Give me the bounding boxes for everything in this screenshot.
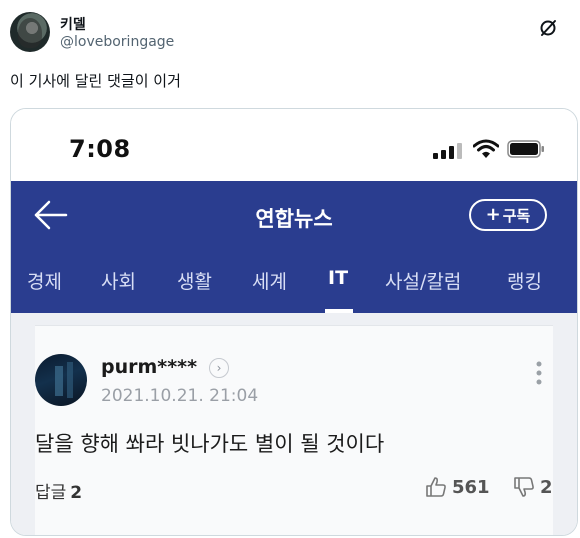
reply-button[interactable]: 답글 2 bbox=[35, 478, 82, 503]
more-icon[interactable] bbox=[535, 360, 543, 386]
thumbs-down-icon bbox=[514, 477, 534, 497]
subscribe-label: 구독 bbox=[502, 206, 531, 225]
avatar[interactable] bbox=[10, 12, 50, 52]
phone-status-bar: 7:08 bbox=[11, 109, 577, 181]
tab-ranking[interactable]: 랭킹 bbox=[507, 267, 542, 294]
comment-text: 달을 향해 쏴라 빗나가도 별이 될 것이다 bbox=[35, 432, 385, 456]
tab-it[interactable]: IT bbox=[328, 267, 348, 289]
like-count: 561 bbox=[452, 476, 490, 498]
subscribe-button[interactable]: + 구독 bbox=[469, 199, 547, 231]
reply-count: 2 bbox=[70, 483, 83, 503]
thumbs-up-icon bbox=[426, 477, 446, 497]
dislike-button[interactable]: 2 bbox=[513, 474, 553, 500]
tab-economy[interactable]: 경제 bbox=[27, 267, 62, 294]
comment: purm**** › 2021.10.21. 21:04 달을 향해 쏴라 빗나… bbox=[35, 325, 553, 535]
grok-icon[interactable] bbox=[538, 18, 558, 38]
tab-life[interactable]: 생활 bbox=[177, 267, 212, 294]
tweet-header: 키델 @loveboringage bbox=[10, 12, 570, 56]
user-handle[interactable]: @loveboringage bbox=[60, 34, 174, 50]
status-time: 7:08 bbox=[69, 135, 131, 163]
display-name[interactable]: 키델 bbox=[60, 14, 86, 34]
commenter-avatar[interactable] bbox=[35, 354, 87, 406]
tab-world[interactable]: 세계 bbox=[252, 267, 287, 294]
tab-society[interactable]: 사회 bbox=[101, 267, 136, 294]
tweet-image[interactable]: 7:08 연합뉴스 + 구독 경제 사회 생활 세계 IT 사설/칼럼 랭킹 p… bbox=[10, 108, 578, 536]
plus-icon: + bbox=[485, 204, 501, 225]
comment-list: purm**** › 2021.10.21. 21:04 달을 향해 쏴라 빗나… bbox=[11, 313, 577, 535]
wifi-icon bbox=[473, 139, 499, 158]
category-tabs: 경제 사회 생활 세계 IT 사설/칼럼 랭킹 bbox=[11, 249, 577, 313]
signal-icon bbox=[433, 143, 462, 159]
dislike-count: 2 bbox=[540, 476, 553, 498]
like-button[interactable]: 561 bbox=[425, 474, 490, 500]
commenter-username[interactable]: purm**** bbox=[101, 356, 197, 378]
battery-icon bbox=[507, 140, 544, 158]
app-header: 연합뉴스 + 구독 bbox=[11, 181, 577, 249]
tab-editorial[interactable]: 사설/칼럼 bbox=[385, 267, 461, 294]
comment-timestamp: 2021.10.21. 21:04 bbox=[101, 386, 259, 406]
reply-label: 답글 bbox=[35, 483, 67, 503]
chevron-right-icon[interactable]: › bbox=[209, 358, 229, 378]
tweet-text: 이 기사에 달린 댓글이 이거 bbox=[10, 72, 181, 90]
